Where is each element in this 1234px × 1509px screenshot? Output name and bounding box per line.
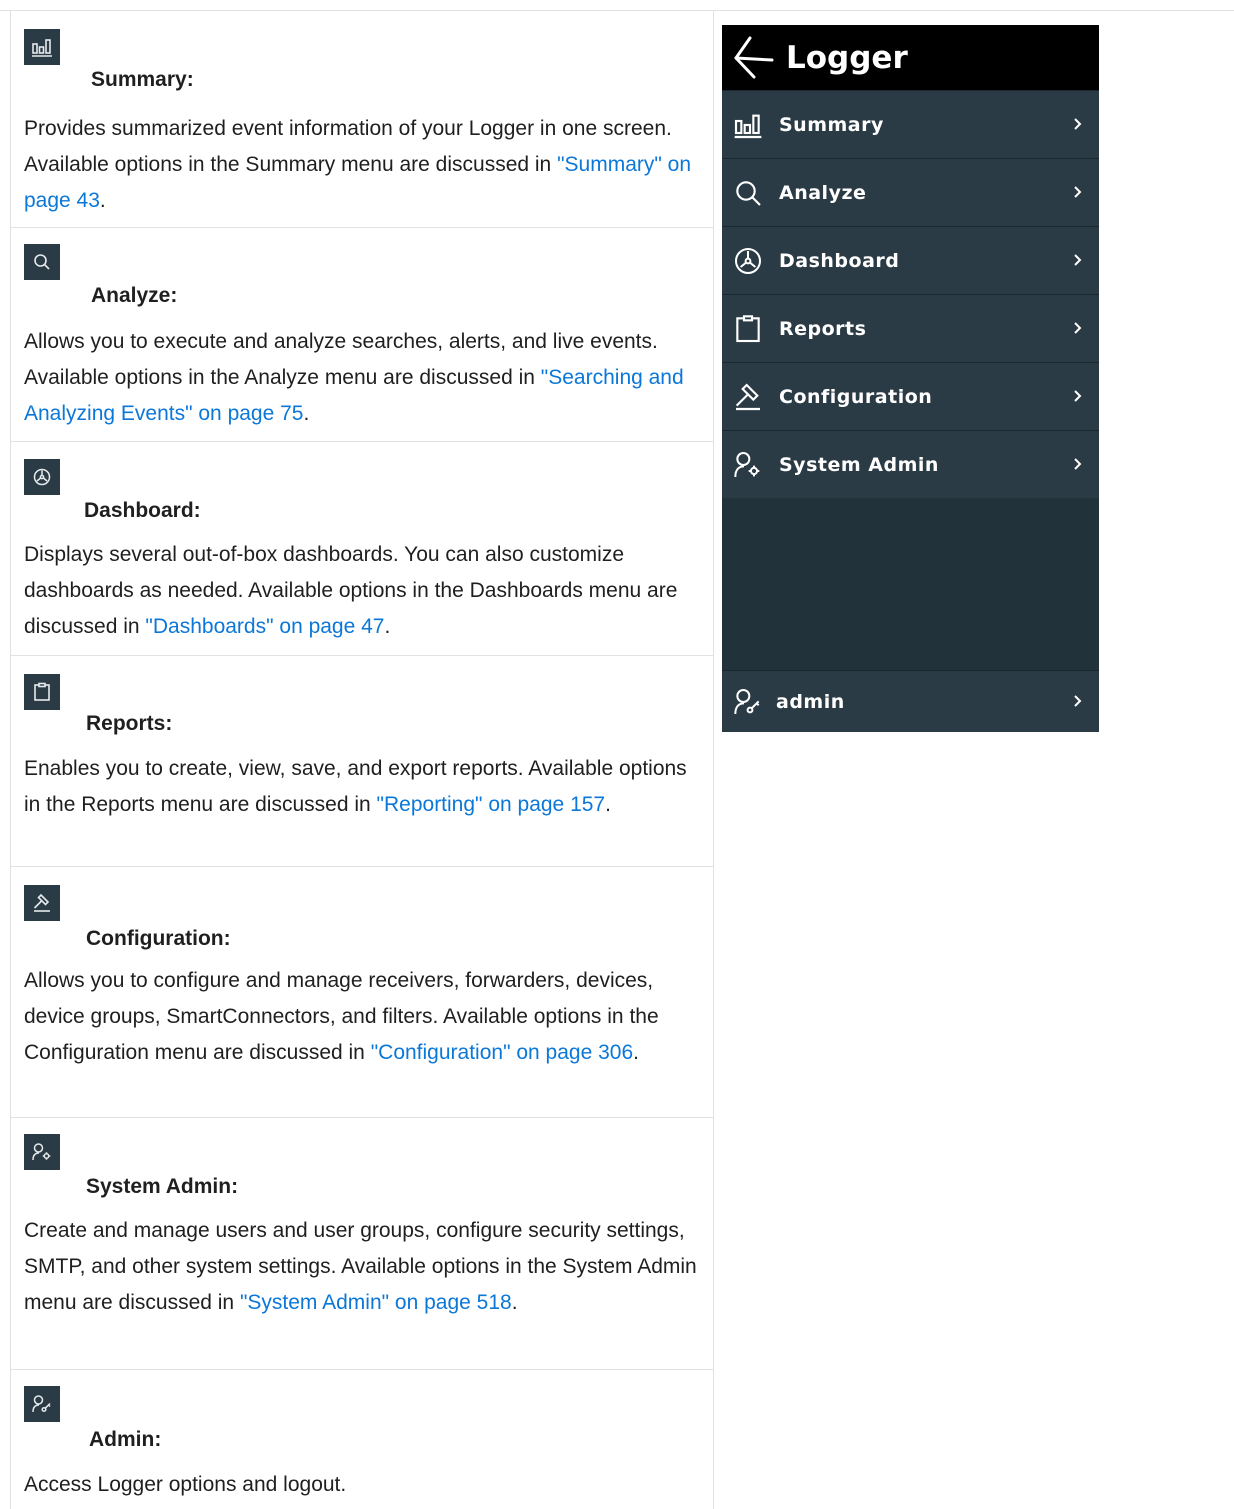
section-description: Access Logger options and logout. — [24, 1473, 347, 1496]
menu-item-label: System Admin — [779, 453, 939, 476]
section-title: System Admin: — [86, 1175, 239, 1198]
clipboard-icon — [24, 674, 60, 710]
menu-item-label: admin — [776, 690, 845, 713]
menu-item-reports[interactable]: Reports — [722, 294, 1099, 362]
clipboard-icon — [730, 311, 766, 347]
section-description: Allows you to execute and analyze search… — [24, 330, 684, 425]
user-key-icon — [730, 684, 766, 720]
menu-descriptions-table: Summary: Provides summarized event infor… — [10, 11, 714, 1509]
menu-item-label: Dashboard — [779, 249, 900, 272]
search-icon — [24, 244, 60, 280]
section-title: Admin: — [89, 1428, 162, 1451]
menu-item-label: Reports — [779, 317, 867, 340]
menu-item-dashboard[interactable]: Dashboard — [722, 226, 1099, 294]
section-reports: Reports: Enables you to create, view, sa… — [11, 656, 713, 867]
chevron-right-icon — [1074, 458, 1082, 470]
section-description: Provides summarized event information of… — [24, 117, 692, 212]
dashboard-gauge-icon — [24, 459, 60, 495]
configuration-link[interactable]: "Configuration" on page 306 — [371, 1041, 633, 1064]
hammer-icon — [24, 885, 60, 921]
section-configuration: Configuration: Allows you to configure a… — [11, 867, 713, 1118]
chevron-right-icon — [1074, 695, 1082, 707]
section-title: Configuration: — [86, 927, 231, 950]
reporting-link[interactable]: "Reporting" on page 157 — [377, 793, 606, 816]
user-key-icon — [24, 1386, 60, 1422]
app-title: Logger — [786, 39, 908, 76]
summary-bars-icon — [24, 29, 60, 65]
menu-item-label: Analyze — [779, 181, 867, 204]
section-title: Dashboard: — [84, 499, 201, 522]
section-description: Enables you to create, view, save, and e… — [24, 757, 687, 816]
section-dashboard: Dashboard: Displays several out-of-box d… — [11, 442, 713, 656]
chevron-right-icon — [1074, 390, 1082, 402]
search-icon — [730, 175, 766, 211]
chevron-right-icon — [1074, 118, 1082, 130]
logger-navigation-menu: Logger Summary Analyze Dashboard Reports — [722, 25, 1099, 732]
section-system-admin: System Admin: Create and manage users an… — [11, 1118, 713, 1370]
section-description: Displays several out-of-box dashboards. … — [24, 543, 678, 638]
user-gear-icon — [730, 447, 766, 483]
chevron-right-icon — [1074, 186, 1082, 198]
menu-item-label: Summary — [779, 113, 884, 136]
menu-item-system-admin[interactable]: System Admin — [722, 430, 1099, 498]
section-description: Allows you to configure and manage recei… — [24, 969, 659, 1064]
hammer-icon — [730, 379, 766, 415]
menu-item-configuration[interactable]: Configuration — [722, 362, 1099, 430]
chevron-right-icon — [1074, 322, 1082, 334]
menu-item-summary[interactable]: Summary — [722, 90, 1099, 158]
summary-bars-icon — [730, 107, 766, 143]
dashboards-link[interactable]: "Dashboards" on page 47 — [145, 615, 384, 638]
menu-item-label: Configuration — [779, 385, 933, 408]
menu-item-analyze[interactable]: Analyze — [722, 158, 1099, 226]
chevron-right-icon — [1074, 254, 1082, 266]
user-gear-icon — [24, 1134, 60, 1170]
section-title: Analyze: — [91, 284, 178, 307]
section-summary: Summary: Provides summarized event infor… — [11, 11, 713, 228]
section-analyze: Analyze: Allows you to execute and analy… — [11, 228, 713, 442]
section-title: Summary: — [91, 68, 194, 91]
logger-logo-icon — [734, 36, 774, 78]
dashboard-gauge-icon — [730, 243, 766, 279]
menu-header: Logger — [722, 25, 1099, 90]
section-title: Reports: — [86, 712, 173, 735]
menu-item-admin-user[interactable]: admin — [722, 670, 1099, 732]
section-description: Create and manage users and user groups,… — [24, 1219, 697, 1314]
system-admin-link[interactable]: "System Admin" on page 518 — [240, 1291, 512, 1314]
section-admin: Admin: Access Logger options and logout. — [11, 1370, 713, 1509]
